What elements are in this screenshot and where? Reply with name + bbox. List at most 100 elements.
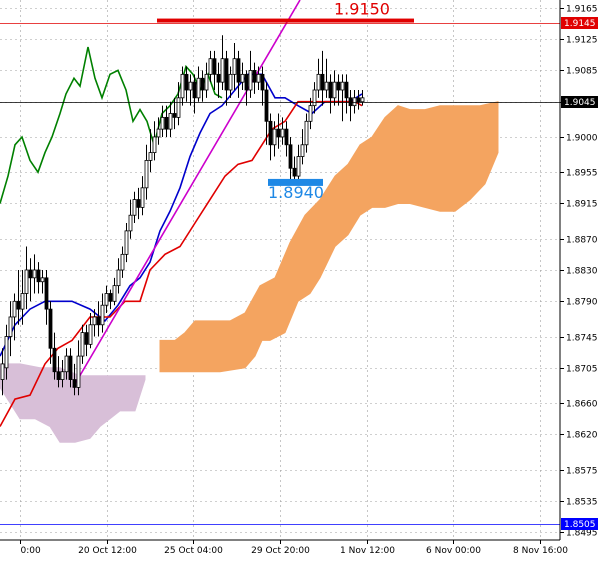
time-axis: 0:00 20 Oct 12:00 25 Oct 04:00 29 Oct 20:00… bbox=[20, 540, 568, 556]
candle-body bbox=[172, 113, 177, 118]
price-tick-label: 1.8745 bbox=[566, 334, 598, 344]
candle-body bbox=[156, 128, 161, 138]
candle-body bbox=[192, 81, 197, 99]
candle-body bbox=[4, 336, 9, 369]
candle-body bbox=[184, 73, 189, 91]
candle-body bbox=[96, 316, 101, 326]
candle-body bbox=[32, 269, 37, 279]
candle-body bbox=[256, 73, 261, 83]
candle-body bbox=[280, 128, 285, 138]
candle-body bbox=[36, 269, 41, 283]
annotation-label: 1.9150 bbox=[334, 0, 390, 19]
candle-body bbox=[272, 128, 277, 146]
candle-body bbox=[300, 144, 305, 157]
candle-body bbox=[112, 285, 117, 302]
candle-body bbox=[204, 73, 209, 91]
candle-body bbox=[144, 160, 149, 189]
time-tick-label: 6 Nov 00:00 bbox=[426, 546, 481, 556]
candle-body bbox=[356, 97, 361, 103]
price-tick-label: 1.9125 bbox=[566, 36, 598, 46]
candle-body bbox=[244, 73, 249, 91]
candle-body bbox=[20, 293, 25, 310]
price-marker-label: 1.9145 bbox=[564, 19, 596, 29]
price-marker-label: 1.9045 bbox=[564, 98, 596, 108]
candle-body bbox=[148, 152, 153, 161]
candle-body bbox=[316, 73, 321, 91]
candle-body bbox=[60, 371, 65, 380]
candle-body bbox=[64, 355, 69, 373]
candle-body bbox=[328, 81, 333, 99]
candle-body bbox=[28, 269, 33, 279]
time-tick-label: 1 Nov 12:00 bbox=[340, 546, 395, 556]
candle-body bbox=[324, 81, 329, 91]
price-tick-label: 1.9085 bbox=[566, 67, 598, 77]
candle-body bbox=[24, 269, 29, 294]
candle-body bbox=[72, 379, 77, 388]
annotation-bar bbox=[157, 18, 414, 23]
candle-body bbox=[260, 73, 265, 91]
time-tick-label: 20 Oct 12:00 bbox=[78, 546, 137, 556]
time-tick-label: 0:00 bbox=[21, 546, 41, 556]
price-marker-label: 1.8505 bbox=[564, 520, 596, 530]
time-tick-label: 29 Oct 20:00 bbox=[251, 546, 310, 556]
candle-body bbox=[8, 316, 13, 337]
candle-body bbox=[104, 293, 109, 306]
price-tick-label: 1.8790 bbox=[566, 298, 598, 308]
price-tick-label: 1.8955 bbox=[566, 169, 598, 179]
candle-body bbox=[232, 58, 237, 75]
candle-body bbox=[44, 277, 49, 310]
candle-body bbox=[276, 128, 281, 138]
price-tick-label: 1.8660 bbox=[566, 400, 598, 410]
candle-body bbox=[344, 81, 349, 99]
candle-body bbox=[76, 355, 81, 388]
candle-body bbox=[252, 70, 257, 83]
candle-body bbox=[132, 199, 137, 216]
candle-body bbox=[176, 97, 181, 118]
time-tick-label: 25 Oct 04:00 bbox=[164, 546, 223, 556]
candle-body bbox=[264, 89, 269, 122]
price-tick-label: 1.8575 bbox=[566, 467, 598, 477]
candle-body bbox=[196, 77, 201, 99]
annotation-label: 1.8940 bbox=[268, 183, 324, 202]
candle-body bbox=[52, 347, 57, 373]
candle-body bbox=[136, 199, 141, 208]
candle-body bbox=[188, 81, 193, 91]
candle-body bbox=[168, 113, 173, 130]
candle-body bbox=[164, 116, 169, 130]
candle-body bbox=[336, 81, 341, 91]
candle-body bbox=[268, 120, 273, 146]
price-tick-label: 1.8705 bbox=[566, 365, 598, 375]
candle-body bbox=[200, 77, 205, 91]
candle-body bbox=[348, 97, 353, 107]
candle-body bbox=[116, 269, 121, 287]
candle-body bbox=[160, 116, 165, 130]
price-tick-label: 1.8620 bbox=[566, 431, 598, 441]
candle-body bbox=[0, 363, 5, 380]
candle-body bbox=[292, 167, 297, 177]
candle-body bbox=[12, 300, 17, 318]
candle-body bbox=[128, 214, 133, 232]
candle-body bbox=[288, 144, 293, 169]
candle-body bbox=[296, 156, 301, 177]
candle-body bbox=[332, 81, 337, 99]
price-chart[interactable]: 1.91501.8940 1.91651.91251.90851.90451.9… bbox=[0, 0, 600, 558]
candle-body bbox=[208, 58, 213, 75]
candle-body bbox=[224, 58, 229, 91]
candle-body bbox=[68, 355, 73, 380]
candle-body bbox=[152, 136, 157, 154]
price-tick-label: 1.9000 bbox=[566, 134, 598, 144]
chart-canvas[interactable]: 1.91501.8940 1.91651.91251.90851.90451.9… bbox=[0, 0, 600, 558]
candle-body bbox=[312, 89, 317, 107]
candle-body bbox=[40, 277, 45, 283]
price-tick-label: 1.8915 bbox=[566, 200, 598, 210]
candle-body bbox=[284, 128, 289, 146]
candle-body bbox=[56, 371, 61, 380]
candle-body bbox=[120, 253, 125, 271]
time-tick-label: 8 Nov 16:00 bbox=[513, 546, 568, 556]
candle-body bbox=[304, 120, 309, 146]
candle-body bbox=[108, 293, 113, 302]
candle-body bbox=[248, 70, 253, 91]
candle-body bbox=[92, 316, 97, 326]
candle-body bbox=[340, 81, 345, 91]
candle-body bbox=[308, 105, 313, 122]
